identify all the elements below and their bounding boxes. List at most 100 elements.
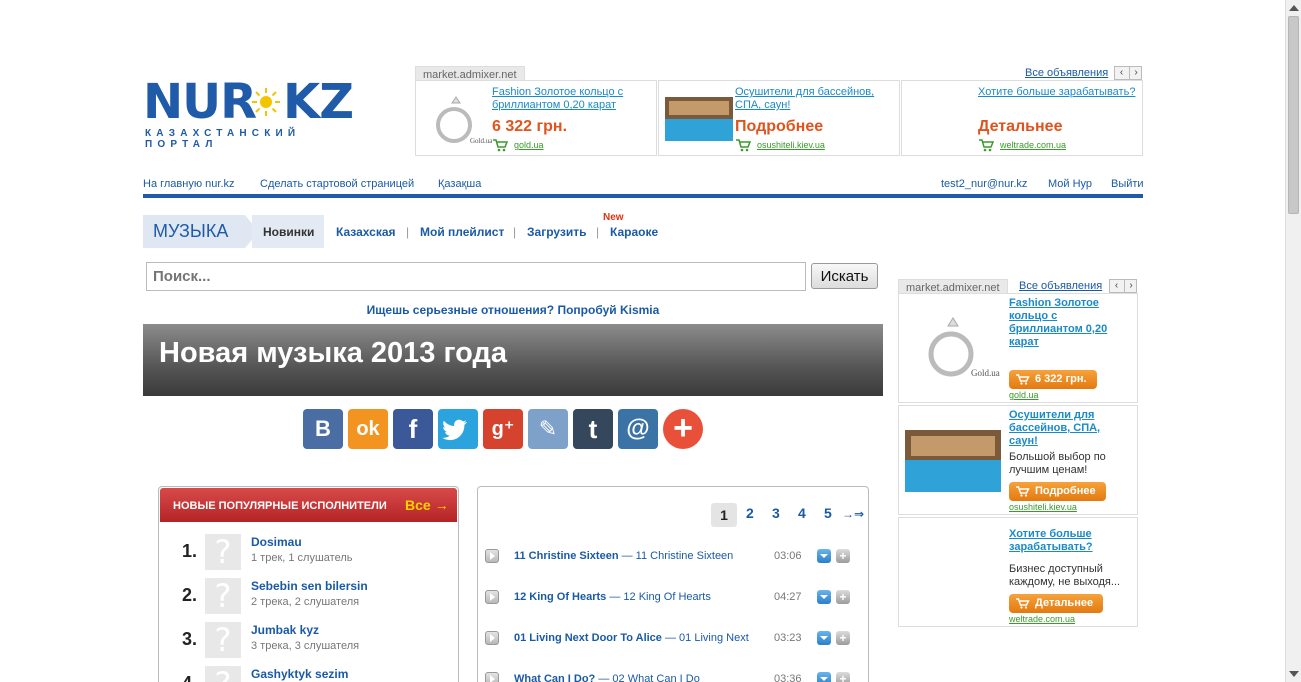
track-artist[interactable]: 12 King Of Hearts [514,591,606,603]
add-to-playlist-icon[interactable]: + [836,549,850,563]
vertical-scrollbar[interactable] [1285,0,1301,682]
tumblr-share-icon[interactable]: t [573,409,613,449]
cart-icon [1016,486,1030,497]
list-item[interactable]: 4. ? Gashyktyk sezim [159,664,458,682]
music-section-tab[interactable]: МУЗЫКА [143,215,259,248]
top-ads-all-link[interactable]: Все объявления [1025,67,1108,79]
track-artist[interactable]: 11 Christine Sixteen [514,550,619,562]
google-plus-share-icon[interactable]: g⁺ [483,409,523,449]
chevron-right-icon[interactable]: › [1129,67,1142,79]
top-ad-title[interactable]: Fashion Золотое кольцо с бриллиантом 0,2… [492,86,652,112]
add-to-playlist-icon[interactable]: + [836,631,850,645]
odnoklassniki-share-icon[interactable]: ok [348,409,388,449]
all-artists-link[interactable]: Все → [405,497,449,513]
list-item[interactable]: 2. ? Sebebin sen bilersin 2 трека, 2 слу… [159,576,458,620]
side-ad-domain[interactable]: gold.ua [1009,390,1039,400]
side-ad-button[interactable]: Подробнее [1009,482,1106,501]
list-item[interactable]: 3. ? Jumbak kyz 3 трека, 3 слушателя [159,620,458,664]
rank-number: 1. [182,541,198,561]
side-ad-1[interactable]: Gold.ua Fashion Золотое кольцо с бриллиа… [898,293,1138,403]
chevron-left-icon[interactable]: ‹ [1115,67,1128,79]
side-ad-3[interactable]: Хотите больше зарабатывать? Бизнес досту… [898,517,1138,627]
play-icon[interactable] [485,590,499,604]
ring-image: Gold.ua [436,96,492,145]
top-ad-domain[interactable]: weltrade.com.ua [1000,140,1066,150]
play-icon[interactable] [485,549,499,563]
more-share-icon[interactable]: + [663,409,703,449]
page-title: Новая музыка 2013 года [159,337,508,369]
track-title[interactable]: — 02 What Can I Do [598,673,700,682]
top-ad-title[interactable]: Хотите больше зарабатывать? [978,86,1138,99]
top-ad-3[interactable]: Хотите больше зарабатывать? Детальнее we… [901,80,1143,156]
add-to-playlist-icon[interactable]: + [836,672,850,682]
livejournal-share-icon[interactable]: ✎ [528,409,568,449]
kismia-promo-link[interactable]: Ищешь серьезные отношения? Попробуй Kism… [143,303,883,317]
page-2-link[interactable]: 2 [746,505,754,521]
side-ad-title[interactable]: Хотите больше зарабатывать? [1009,528,1129,554]
chevron-right-icon[interactable]: › [1124,280,1137,292]
user-email-link[interactable]: test2_nur@nur.kz [941,178,1027,190]
mail-ru-share-icon[interactable]: @ [618,409,658,449]
table-row: 11 Christine Sixteen — 11 Christine Sixt… [478,546,868,566]
scroll-down-icon[interactable] [1289,671,1299,677]
download-icon[interactable] [817,549,831,563]
side-ad-button[interactable]: Детальнее [1009,594,1104,613]
rank-number: 4. [182,673,197,682]
chevron-left-icon[interactable]: ‹ [1110,280,1123,292]
page-4-link[interactable]: 4 [798,505,806,521]
top-ad-1[interactable]: Gold.ua Fashion Золотое кольцо с бриллиа… [415,80,657,156]
side-ad-domain[interactable]: osushiteli.kiev.ua [1009,502,1077,512]
side-ad-domain[interactable]: weltrade.com.ua [1009,614,1075,624]
scrollbar-thumb[interactable] [1288,16,1299,214]
top-ad-domain[interactable]: osushiteli.kiev.ua [757,140,825,150]
my-nur-link[interactable]: Мой Нур [1048,178,1092,190]
download-icon[interactable] [817,631,831,645]
track-title[interactable]: — 12 King Of Hearts [609,591,711,603]
vk-share-icon[interactable]: В [303,409,343,449]
top-ad-domain[interactable]: gold.ua [514,140,544,150]
kazakh-language-link[interactable]: Қазақша [438,178,481,190]
play-icon[interactable] [485,631,499,645]
next-page-link[interactable]: →⇒ [842,507,864,521]
page-3-link[interactable]: 3 [772,505,780,521]
top-ad-2[interactable]: Осушители для бассейнов, СПА, саун! Подр… [658,80,900,156]
artist-avatar: ? [205,666,241,682]
tab-kazakh[interactable]: Казахская [336,225,396,239]
side-ad-button-label: Детальнее [1035,597,1094,609]
facebook-share-icon[interactable]: f [393,409,433,449]
download-icon[interactable] [817,590,831,604]
nur-kz-logo[interactable]: NUR KZ КАЗАХСТАНСКИЙ ПОРТАЛ [143,78,358,150]
tab-new-releases[interactable]: Новинки [252,215,324,248]
search-button[interactable]: Искать [811,263,878,289]
page-5-link[interactable]: 5 [824,505,832,521]
side-ad-title[interactable]: Fashion Золотое кольцо с бриллиантом 0,2… [1009,297,1129,349]
play-icon[interactable] [485,672,499,682]
track-title[interactable]: — 11 Christine Sixteen [622,550,734,562]
download-icon[interactable] [817,672,831,682]
track-artist[interactable]: What Can I Do? [514,673,595,682]
list-item[interactable]: 1. ? Dosimau 1 трек, 1 слушатель [159,532,458,576]
artist-name[interactable]: Sebebin sen bilersin [251,579,368,593]
twitter-share-icon[interactable] [438,409,478,449]
tab-upload[interactable]: Загрузить [527,225,586,239]
track-title[interactable]: — 01 Living Next [665,632,749,644]
logo-tagline: КАЗАХСТАНСКИЙ ПОРТАЛ [145,128,301,150]
search-input[interactable] [146,262,806,291]
artist-name[interactable]: Dosimau [251,535,302,549]
make-start-page-link[interactable]: Сделать стартовой страницей [260,178,414,190]
track-duration: 04:27 [774,591,802,603]
side-ads-all-link[interactable]: Все объявления [1019,280,1102,292]
top-ad-title[interactable]: Осушители для бассейнов, СПА, саун! [735,86,895,112]
scroll-up-icon[interactable] [1289,5,1299,11]
track-artist[interactable]: 01 Living Next Door To Alice [514,632,662,644]
side-ad-title[interactable]: Осушители для бассейнов, СПА, саун! [1009,409,1129,448]
tab-my-playlist[interactable]: Мой плейлист [420,225,504,239]
add-to-playlist-icon[interactable]: + [836,590,850,604]
home-link[interactable]: На главную nur.kz [143,178,235,190]
tab-karaoke[interactable]: Караоке [610,225,658,239]
artist-name[interactable]: Gashyktyk sezim [251,667,348,681]
logout-link[interactable]: Выйти [1111,178,1144,190]
artist-name[interactable]: Jumbak kyz [251,623,319,637]
side-ad-2[interactable]: Осушители для бассейнов, СПА, саун! Боль… [898,405,1138,515]
side-ad-button[interactable]: 6 322 грн. [1009,370,1097,389]
